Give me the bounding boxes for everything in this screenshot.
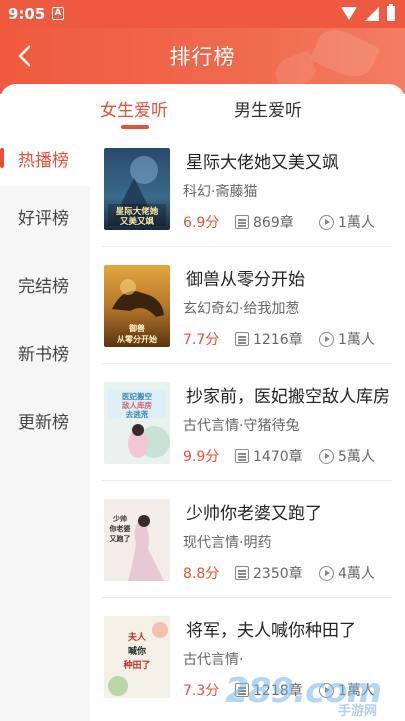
page-title: 排行榜 xyxy=(169,45,236,69)
book-title: 御兽从零分开始 xyxy=(186,270,305,290)
book-stats: 8.8分 2350章 4萬人 xyxy=(183,563,398,583)
book-meta: 现代言情·明药 xyxy=(183,535,272,551)
battery-icon xyxy=(387,4,395,21)
book-meta: 古代言情· xyxy=(183,652,244,668)
book-listens: 1萬人 xyxy=(319,329,375,349)
book-cover: 夫人 喊你 种田了 xyxy=(104,616,170,698)
svg-text:喊你: 喊你 xyxy=(128,645,146,657)
svg-text:敌人库房: 敌人库房 xyxy=(122,400,152,410)
book-item[interactable]: 星际大佬她 又美又飒 星际大佬她又美又飒 科幻·斋藤猫 6.9分 869章 1萬… xyxy=(102,130,392,247)
svg-text:从零分开始: 从零分开始 xyxy=(117,334,157,344)
book-meta: 古代言情·守猪待兔 xyxy=(183,418,300,434)
content-panel: 女生爱听 男生爱听 热播榜 好评榜 完结榜 新书榜 更新榜 星际大佬她 又美又飒… xyxy=(0,84,405,721)
book-chapters: 1216章 xyxy=(235,329,303,349)
book-title: 将军，夫人喊你种田了 xyxy=(186,621,356,641)
svg-text:医妃搬空: 医妃搬空 xyxy=(122,391,152,401)
watermark-subtitle: 手游网 xyxy=(337,704,377,719)
system-icons xyxy=(341,4,395,21)
wifi-icon xyxy=(341,7,357,20)
svg-text:星际大佬她: 星际大佬她 xyxy=(116,206,159,217)
svg-text:夫人: 夫人 xyxy=(128,631,147,643)
book-chapters: 2350章 xyxy=(235,563,303,583)
book-cover: 少帅 你老婆 又跑了 xyxy=(104,499,170,581)
sidebar-item-label: 新书榜 xyxy=(18,344,69,365)
play-icon xyxy=(319,565,334,581)
book-item[interactable]: 御兽 从零分开始 御兽从零分开始 玄幻奇幻·给我加葱 7.7分 1216章 1萬… xyxy=(102,247,392,364)
sidebar-item-label: 热播榜 xyxy=(18,150,69,171)
book-list: 星际大佬她 又美又飒 星际大佬她又美又飒 科幻·斋藤猫 6.9分 869章 1萬… xyxy=(90,130,405,721)
svg-text:种田了: 种田了 xyxy=(122,659,150,671)
sidebar-item-label: 完结榜 xyxy=(18,276,69,297)
book-cover: 医妃搬空 敌人库房 去逃荒 xyxy=(104,382,170,464)
svg-text:少帅: 少帅 xyxy=(112,514,127,523)
book-score: 7.7分 xyxy=(183,332,220,348)
sidebar-item-label: 更新榜 xyxy=(18,412,69,433)
book-cover: 星际大佬她 又美又飒 xyxy=(104,148,170,230)
book-cover: 御兽 从零分开始 xyxy=(104,265,170,347)
book-meta: 科幻·斋藤猫 xyxy=(183,184,258,200)
sidebar-item-completed[interactable]: 完结榜 xyxy=(0,264,90,304)
book-chapters: 869章 xyxy=(235,212,294,232)
book-title: 少帅你老婆又跑了 xyxy=(186,504,322,524)
svg-text:你老婆: 你老婆 xyxy=(109,524,131,533)
play-icon xyxy=(319,331,334,347)
book-title: 星际大佬她又美又飒 xyxy=(186,153,339,173)
tab-female[interactable]: 女生爱听 xyxy=(100,96,168,121)
play-icon xyxy=(319,448,334,464)
notification-a-icon: A xyxy=(52,7,64,20)
book-title: 抄家前，医妃搬空敌人库房 xyxy=(186,387,390,407)
book-listens: 4萬人 xyxy=(319,563,375,583)
book-stats: 7.7分 1216章 1萬人 xyxy=(183,329,398,349)
ranking-sidebar: 热播榜 好评榜 完结榜 新书榜 更新榜 xyxy=(0,130,90,721)
book-meta: 玄幻奇幻·给我加葱 xyxy=(183,301,300,317)
play-icon xyxy=(319,214,334,230)
sidebar-item-rating[interactable]: 好评榜 xyxy=(0,196,90,236)
chapters-icon xyxy=(235,332,249,346)
sidebar-item-hot[interactable]: 热播榜 xyxy=(0,130,90,186)
tab-male[interactable]: 男生爱听 xyxy=(234,96,302,121)
chapters-icon xyxy=(235,566,249,580)
sidebar-item-label: 好评榜 xyxy=(18,208,69,229)
gender-tabs: 女生爱听 男生爱听 xyxy=(0,84,405,130)
book-score: 7.3分 xyxy=(183,683,220,699)
book-chapters: 1470章 xyxy=(235,446,303,466)
tab-indicator xyxy=(121,125,149,129)
book-listens: 5萬人 xyxy=(319,446,375,466)
chapters-icon xyxy=(235,449,249,463)
book-stats: 9.9分 1470章 5萬人 xyxy=(183,446,398,466)
sidebar-item-new[interactable]: 新书榜 xyxy=(0,332,90,372)
book-item[interactable]: 医妃搬空 敌人库房 去逃荒 抄家前，医妃搬空敌人库房 古代言情·守猪待兔 9.9… xyxy=(102,364,392,481)
book-score: 8.8分 xyxy=(183,566,220,582)
status-time: 9:05 xyxy=(8,5,46,23)
svg-text:又跑了: 又跑了 xyxy=(110,534,131,543)
book-score: 6.9分 xyxy=(183,215,220,231)
active-indicator xyxy=(0,148,4,168)
chapters-icon xyxy=(235,215,249,229)
book-score: 9.9分 xyxy=(183,449,220,465)
signal-icon xyxy=(365,6,379,21)
svg-text:去逃荒: 去逃荒 xyxy=(126,409,149,419)
sidebar-item-updated[interactable]: 更新榜 xyxy=(0,400,90,440)
book-item[interactable]: 少帅 你老婆 又跑了 少帅你老婆又跑了 现代言情·明药 8.8分 2350章 4… xyxy=(102,481,392,598)
status-bar: 9:05 A xyxy=(0,0,405,28)
book-stats: 6.9分 869章 1萬人 xyxy=(183,212,398,232)
svg-text:御兽: 御兽 xyxy=(128,323,145,333)
book-listens: 1萬人 xyxy=(319,212,375,232)
svg-text:又美又飒: 又美又飒 xyxy=(119,216,155,227)
